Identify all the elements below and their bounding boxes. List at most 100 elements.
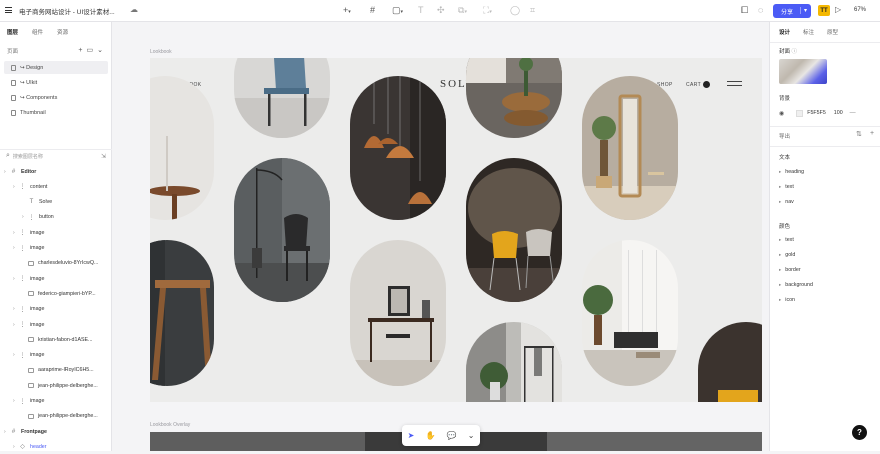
layer-item-image[interactable]: kristian-fabon-d1ASE... (22, 332, 108, 347)
pendant-lamps-photo (350, 76, 446, 220)
hand-tool-icon[interactable]: ✋ (425, 431, 435, 440)
layer-item-image[interactable]: charlesdeluvio-8YrIcwQ... (22, 256, 108, 271)
page-item-uikit[interactable]: ↪ UIkit (4, 76, 108, 89)
color-style-item[interactable]: ▸ text (779, 237, 794, 243)
layer-item-image[interactable]: federico-giampieri-bYP... (22, 286, 108, 301)
expand-icon: ▸ (779, 282, 782, 287)
layer-item-image[interactable]: jean-philippe-delberghe... (22, 378, 108, 393)
layer-item[interactable]: › ⋮ image (13, 271, 108, 286)
page-view-icon[interactable]: ▭ (87, 47, 98, 54)
collapse-pages-icon[interactable]: ⌄ (97, 47, 107, 54)
remove-fill-icon[interactable]: — (850, 110, 856, 116)
boolean-tool-icon[interactable]: ⧉▾ (458, 5, 467, 17)
group-layer-icon: ⋮ (28, 214, 35, 221)
lookbook-image[interactable] (234, 58, 330, 138)
text-style-item[interactable]: ▸ text (779, 184, 794, 190)
tab-components[interactable]: 组件 (32, 28, 43, 36)
layer-search[interactable]: ⌕ 搜索图层名称 ⇲ (6, 150, 106, 162)
lookbook-image[interactable] (150, 76, 214, 220)
tab-assets[interactable]: 资源 (57, 28, 68, 36)
lookbook-image[interactable] (150, 240, 214, 386)
user-avatar[interactable]: TT (818, 5, 830, 16)
layer-item[interactable]: › ⋮ image (13, 241, 108, 256)
nav-cart-link[interactable]: CART (686, 82, 701, 88)
lookbook-image[interactable] (698, 322, 762, 402)
background-hex-input[interactable]: F5F5F5 (807, 110, 826, 116)
page-item-design[interactable]: ↪ Design (4, 61, 108, 74)
file-title[interactable]: 电子商务网站设计 - UI设计素材... (19, 6, 115, 16)
expand-icon: ▸ (779, 199, 782, 204)
lookbook-image[interactable] (466, 158, 562, 302)
more-tools-icon[interactable]: ⌄ (468, 431, 475, 440)
layer-item-image[interactable]: jean-philippe-delberghe... (22, 409, 108, 424)
export-settings-icon[interactable]: ⇅ (856, 130, 862, 138)
text-style-item[interactable]: ▸ nav (779, 199, 794, 205)
frame-tool-icon[interactable]: # (370, 5, 375, 15)
lookbook-image[interactable] (234, 158, 330, 302)
background-color-swatch[interactable] (796, 109, 804, 117)
lookbook-frame[interactable]: LOOKBOOK SOLVE SHOP CART (150, 58, 762, 402)
color-style-item[interactable]: ▸ border (779, 267, 801, 273)
lookbook-image[interactable] (350, 76, 446, 220)
mask-tool-icon[interactable]: ◯ (510, 5, 520, 15)
share-dropdown-icon[interactable]: ▾ (799, 7, 807, 14)
frame-label[interactable]: Lookbook (150, 49, 172, 55)
layer-item[interactable]: › ⋮ image (13, 317, 108, 332)
tab-annotate[interactable]: 标注 (803, 28, 814, 36)
page-item-components[interactable]: ↪ Components (4, 91, 108, 104)
tab-prototype[interactable]: 原型 (827, 28, 838, 36)
layer-item[interactable]: › ⋮ image (13, 348, 108, 363)
filter-icon[interactable]: ⇲ (101, 153, 106, 160)
color-style-item[interactable]: ▸ gold (779, 252, 795, 258)
layer-item[interactable]: › ⋮ image (13, 302, 108, 317)
background-fill-row[interactable]: ◉ F5F5F5 100 — (779, 108, 875, 118)
layer-item-image[interactable]: aaraprime-lRoyIC6H5... (22, 363, 108, 378)
color-style-item[interactable]: ▸ icon (779, 297, 795, 303)
lookbook-image[interactable] (466, 58, 562, 138)
share-button[interactable]: 分享 ▾ (773, 4, 811, 18)
main-menu-icon[interactable] (5, 7, 12, 13)
layer-item[interactable]: › ⋮ image (13, 394, 108, 409)
play-icon[interactable]: ▷ (835, 5, 841, 15)
lookbook-image[interactable] (582, 76, 678, 220)
layer-item[interactable]: › ◇ header (13, 439, 108, 454)
page-item-thumbnail[interactable]: Thumbnail (4, 106, 108, 119)
visibility-eye-icon[interactable]: ◉ (779, 110, 784, 117)
layer-item[interactable]: › ⋮ image (13, 225, 108, 240)
bell-icon[interactable]: ◌ (758, 5, 763, 15)
background-opacity-input[interactable]: 100 (834, 110, 843, 116)
layer-item[interactable]: › # Editor (4, 164, 108, 179)
help-button[interactable]: ? (852, 425, 867, 440)
layer-item[interactable]: › # Frontpage (4, 424, 108, 439)
lookbook-image[interactable] (350, 240, 446, 386)
lookbook-image[interactable] (466, 322, 562, 402)
text-tool-icon[interactable]: T (418, 5, 424, 15)
add-page-icon[interactable]: + (78, 47, 86, 54)
crop-tool-icon[interactable]: ⌗ (530, 5, 535, 15)
pointer-tool-icon[interactable]: ➤ (408, 431, 415, 440)
tab-layers[interactable]: 图层 (7, 28, 18, 36)
design-canvas[interactable]: Lookbook LOOKBOOK SOLVE SHOP CART (113, 22, 769, 451)
text-style-item[interactable]: ▸ heading (779, 169, 804, 175)
color-style-item[interactable]: ▸ background (779, 282, 813, 288)
zoom-level[interactable]: 67% (854, 7, 866, 13)
tab-design[interactable]: 设计 (779, 28, 790, 36)
panel-divider (770, 146, 880, 147)
colors-label: 颜色 (779, 224, 791, 230)
component-tool-icon[interactable]: ✣ (437, 5, 445, 15)
cover-thumbnail[interactable] (779, 59, 827, 84)
comment-tool-icon[interactable]: 💬 (447, 431, 457, 440)
shape-tool-icon[interactable]: ▢▾ (392, 5, 403, 17)
add-icon[interactable]: +▾ (343, 5, 351, 17)
lookbook-image[interactable] (582, 240, 678, 386)
notification-icon[interactable]: ⧠ (741, 5, 748, 15)
layer-label: image (30, 275, 45, 282)
hamburger-menu-icon[interactable] (727, 81, 742, 86)
layer-item[interactable]: › ⋮ content (13, 179, 108, 194)
add-export-icon[interactable]: + (870, 130, 874, 137)
align-tool-icon[interactable]: ⛶▾ (483, 5, 492, 17)
layer-item[interactable]: T Solve (22, 195, 108, 210)
layer-label: image (30, 229, 45, 236)
layer-item[interactable]: › ⋮ button (22, 210, 108, 225)
frame2-label[interactable]: Lookbook Overlay (150, 422, 190, 428)
